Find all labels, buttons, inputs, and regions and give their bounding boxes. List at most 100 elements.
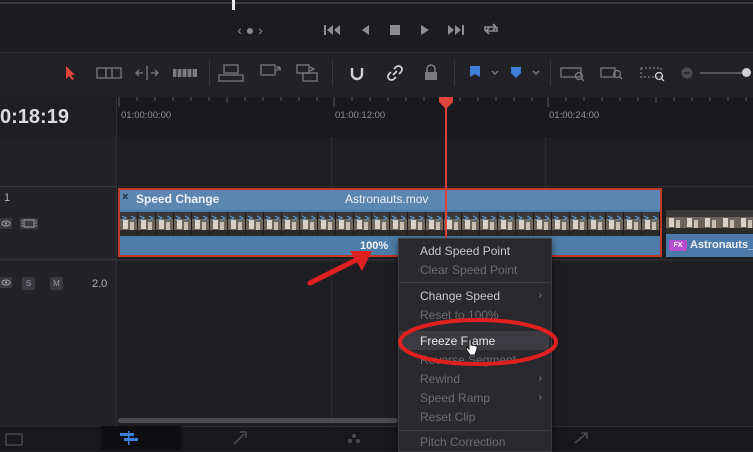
replace-clip-button[interactable] <box>294 62 320 84</box>
dynamic-trim-icon <box>135 66 159 80</box>
clip-title: Speed Change <box>136 192 220 206</box>
toolbar-separator <box>550 60 551 86</box>
ruler-tick-label: 01:00:24:00 <box>549 110 600 121</box>
timeline-ruler[interactable] <box>116 97 753 137</box>
fx-badge: FX <box>669 240 687 251</box>
annotation-circle <box>396 315 560 374</box>
video-track-number: 1 <box>4 192 11 204</box>
clip-filename: Astronauts.mov <box>345 192 429 206</box>
viewer-playhead[interactable] <box>232 0 235 10</box>
selection-arrow-icon <box>66 66 75 80</box>
play-icon <box>421 25 429 35</box>
snapping-button[interactable] <box>344 62 370 84</box>
page-tab-color[interactable] <box>344 430 364 451</box>
mouse-cursor <box>464 337 478 362</box>
eye-icon <box>0 277 12 288</box>
page-tab-media[interactable] <box>4 431 26 452</box>
submenu-arrow-icon: › <box>538 373 542 384</box>
track-divider <box>0 258 116 261</box>
marker-dropdown-button[interactable] <box>523 62 549 84</box>
menu-item-pitch-correction: Pitch Correction <box>420 435 506 449</box>
menu-item-change-speed[interactable]: Change Speed <box>420 289 500 303</box>
menu-separator <box>398 430 550 431</box>
solo-button[interactable]: S <box>22 277 35 290</box>
playhead-handle[interactable] <box>439 96 453 109</box>
submenu-arrow-icon: › <box>538 392 542 403</box>
edit-page-icon <box>120 431 138 445</box>
loop-icon <box>484 23 498 35</box>
clip-close-icon[interactable]: × <box>122 191 128 203</box>
play-button[interactable] <box>414 22 436 42</box>
submenu-arrow-icon: › <box>538 290 542 301</box>
chevron-down-icon <box>491 70 499 75</box>
media-page-icon <box>5 433 23 446</box>
skip-to-end-button[interactable] <box>444 22 466 42</box>
insert-clip-icon <box>218 64 244 82</box>
audio-track-eye-toggle[interactable] <box>0 276 14 289</box>
stop-button[interactable] <box>384 22 406 42</box>
clip-thumbnail-strip <box>666 210 753 234</box>
menu-item-add-speed-point[interactable]: Add Speed Point <box>420 244 510 258</box>
zoom-detail-button[interactable] <box>600 62 626 84</box>
zoom-full-extent-button[interactable] <box>560 62 586 84</box>
dynamic-trim-button[interactable] <box>134 62 160 84</box>
viewer-scrub-bar[interactable] <box>0 2 753 4</box>
track-lock-toggle[interactable] <box>20 217 38 230</box>
zoom-custom-button[interactable] <box>640 62 666 84</box>
red-arrow-icon <box>307 251 372 286</box>
menu-separator <box>398 282 550 283</box>
step-back-icon <box>362 25 369 35</box>
chevron-down-icon <box>532 70 540 75</box>
loop-button[interactable] <box>480 22 502 42</box>
menu-item-speed-ramp: Speed Ramp <box>420 391 491 405</box>
link-icon <box>387 65 403 81</box>
overwrite-clip-button[interactable] <box>256 62 282 84</box>
toolbar-separator <box>209 60 210 86</box>
zoom-out-button[interactable] <box>674 62 700 84</box>
red-circle-highlight-icon <box>398 318 558 366</box>
flag-icon <box>470 66 480 77</box>
track-visibility-toggle[interactable] <box>0 217 14 230</box>
overwrite-clip-icon <box>260 64 281 76</box>
trim-edit-button[interactable] <box>96 62 122 84</box>
edit-page-icon-button[interactable] <box>118 430 140 451</box>
lock-icon <box>425 64 437 80</box>
zoom-slider-track[interactable] <box>700 72 745 74</box>
ruler-tick-label: 01:00:00:00 <box>121 110 172 121</box>
audio-track-volume: 2.0 <box>92 278 108 290</box>
step-back-button[interactable] <box>354 22 376 42</box>
zoom-full-icon <box>560 67 585 82</box>
retime-speed-bar[interactable] <box>120 236 660 255</box>
filmstrip-thumbnails <box>120 212 660 236</box>
snapping-magnet-icon <box>350 68 364 81</box>
filmstrip-thumbnails <box>666 210 753 234</box>
ruler-ticks <box>118 97 747 107</box>
page-tab-fusion[interactable] <box>230 430 250 451</box>
timeline-horizontal-scrollbar[interactable] <box>118 418 398 423</box>
skip-to-end-icon <box>448 25 464 35</box>
stop-icon <box>390 25 400 35</box>
position-lock-button[interactable] <box>418 62 444 84</box>
page-tab-edit[interactable] <box>101 426 181 450</box>
zoom-detail-icon <box>600 67 623 80</box>
selection-tool-button[interactable] <box>58 62 84 84</box>
blade-edit-icon <box>173 69 197 77</box>
insert-clip-button[interactable] <box>218 62 244 84</box>
deliver-page-icon <box>574 432 588 444</box>
mute-button[interactable]: M <box>50 277 63 290</box>
clip-thumbnail-strip <box>120 212 660 236</box>
blade-edit-button[interactable] <box>172 62 198 84</box>
menu-item-reset-clip: Reset Clip <box>420 410 476 424</box>
track-divider <box>117 186 753 187</box>
skip-to-start-button[interactable] <box>322 22 344 42</box>
minus-circle-icon <box>681 67 693 79</box>
replace-clip-icon <box>296 64 318 82</box>
viewer-page-dots[interactable]: ‹ ● › <box>228 22 272 42</box>
zoom-slider-handle[interactable] <box>742 68 751 77</box>
trim-edit-icon <box>96 67 122 79</box>
track-divider <box>0 186 116 187</box>
page-tab-deliver[interactable] <box>572 430 592 451</box>
toolbar-separator <box>332 60 333 86</box>
menu-item-rewind: Rewind <box>420 372 461 386</box>
linked-selection-button[interactable] <box>382 62 408 84</box>
